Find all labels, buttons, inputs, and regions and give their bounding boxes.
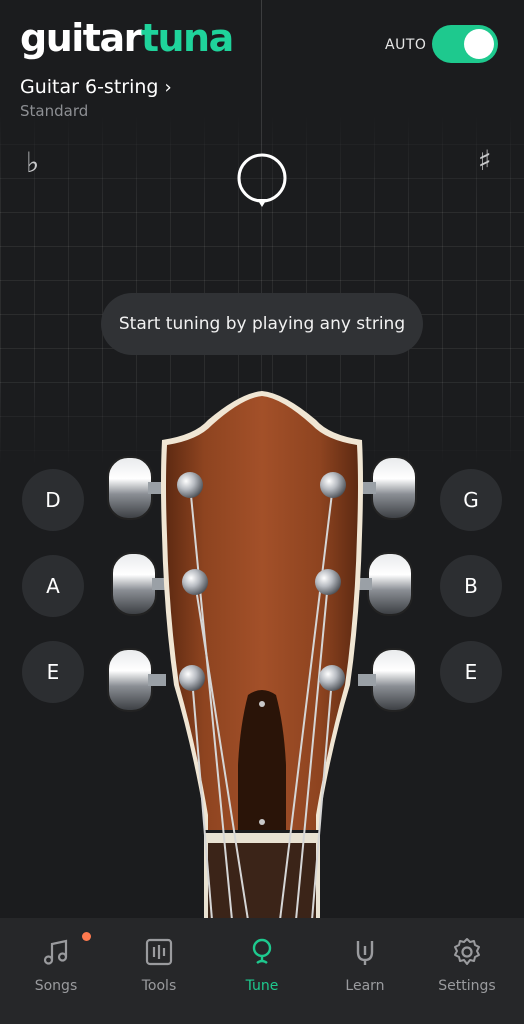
string-button-g[interactable]: G (440, 469, 502, 531)
auto-toggle[interactable] (432, 25, 498, 63)
tab-settings[interactable]: Settings (415, 918, 519, 1024)
tab-learn[interactable]: Learn (313, 918, 417, 1024)
string-button-d[interactable]: D (22, 469, 84, 531)
flat-icon: ♭ (26, 146, 40, 179)
string-button-a[interactable]: A (22, 555, 84, 617)
app-logo: guitartuna (20, 16, 234, 60)
bottom-tab-bar: Songs Tools Tune Learn Settings (0, 918, 524, 1024)
tab-songs[interactable]: Songs (4, 918, 108, 1024)
string-button-b[interactable]: B (440, 555, 502, 617)
tab-label: Settings (438, 978, 496, 994)
toggle-knob (464, 29, 494, 59)
tab-label: Songs (34, 978, 78, 994)
string-button-high-e[interactable]: E (440, 641, 502, 703)
music-note-icon (43, 939, 68, 965)
sharp-icon: ♯ (478, 144, 492, 177)
instrument-selector[interactable]: Guitar 6-string › (20, 76, 172, 98)
string-button-low-e[interactable]: E (22, 641, 84, 703)
gear-icon (454, 938, 480, 965)
tools-icon (145, 938, 173, 966)
pitch-indicator-icon (237, 153, 287, 207)
auto-label: AUTO (385, 37, 427, 53)
guitar-headstock (107, 391, 417, 920)
tab-label: Learn (345, 978, 385, 994)
tab-label: Tune (245, 978, 279, 994)
instrument-name: Guitar 6-string (20, 76, 159, 98)
learn-icon (356, 941, 374, 965)
tuning-name: Standard (20, 102, 89, 120)
tab-tune[interactable]: Tune (210, 918, 314, 1024)
chevron-right-icon: › (164, 77, 172, 98)
tab-label: Tools (141, 978, 177, 994)
tab-tools[interactable]: Tools (107, 918, 211, 1024)
notification-badge (82, 932, 91, 941)
tuning-hint: Start tuning by playing any string (101, 293, 423, 355)
tune-icon (252, 938, 272, 964)
